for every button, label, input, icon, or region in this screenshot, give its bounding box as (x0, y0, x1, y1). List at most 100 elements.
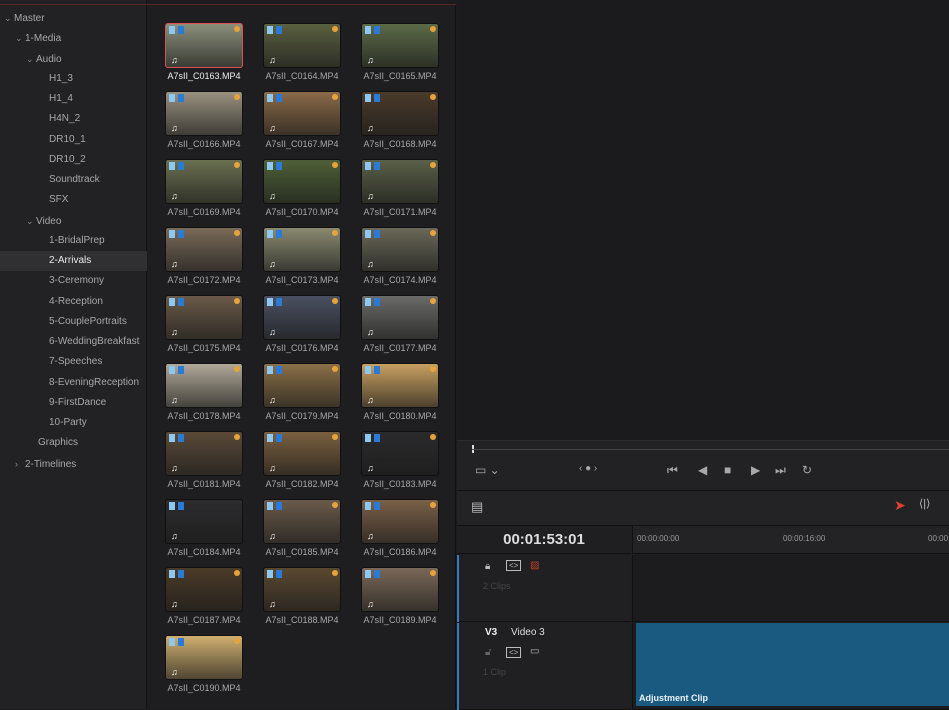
clip-thumbnail[interactable]: ♫ (361, 567, 439, 612)
bin-2-arrivals[interactable]: 2-Arrivals (0, 251, 147, 271)
clip-item[interactable]: ♫ A7sII_C0178.MP4 (165, 363, 243, 425)
clip-thumbnail[interactable]: ♫ (165, 227, 243, 272)
clip-thumbnail[interactable]: ♫ (361, 363, 439, 408)
clip-thumbnail[interactable]: ♫ (263, 363, 341, 408)
track-disabled-icon[interactable]: ▨ (530, 560, 539, 571)
bin-10-party[interactable]: 10-Party (0, 413, 147, 433)
bin-h1-4[interactable]: H1_4 (0, 89, 147, 109)
clip-item[interactable]: ♫ A7sII_C0189.MP4 (361, 567, 439, 629)
clip-item[interactable]: ♫ A7sII_C0169.MP4 (165, 159, 243, 221)
clip-thumbnail[interactable]: ♫ (263, 295, 341, 340)
clip-item[interactable]: ♫ A7sII_C0174.MP4 (361, 227, 439, 289)
clip-item[interactable]: ♫ A7sII_C0164.MP4 (263, 23, 341, 85)
adjustment-clip[interactable]: Adjustment Clip (636, 623, 949, 706)
bin-4-reception[interactable]: 4-Reception (0, 292, 147, 312)
track-name[interactable]: Video 3 (511, 627, 545, 638)
clip-item[interactable]: ♫ A7sII_C0184.MP4 (165, 499, 243, 561)
bin-7-speeches[interactable]: 7-Speeches (0, 352, 147, 372)
bin-5-coupleportraits[interactable]: 5-CouplePortraits (0, 312, 147, 332)
clip-thumbnail[interactable]: ♫ (361, 91, 439, 136)
track-lane[interactable] (632, 555, 949, 622)
clip-item[interactable]: ♫ A7sII_C0183.MP4 (361, 431, 439, 493)
clip-thumbnail[interactable]: ♫ (165, 567, 243, 612)
clip-thumbnail[interactable]: ♫ (361, 499, 439, 544)
clip-thumbnail[interactable]: ♫ (361, 227, 439, 272)
clip-thumbnail[interactable]: ♫ (263, 91, 341, 136)
selection-tool-icon[interactable]: ➤ (894, 497, 906, 514)
jump-start-icon[interactable]: ⏮ (667, 463, 678, 478)
clip-thumbnail[interactable]: ♫ (165, 295, 243, 340)
chevron-down-icon[interactable]: ⌄ (15, 28, 25, 48)
chevron-right-icon[interactable]: › (15, 454, 25, 474)
bin-soundtrack[interactable]: Soundtrack (0, 170, 147, 190)
bin-sfx[interactable]: SFX (0, 190, 147, 210)
bin-master[interactable]: ⌄ Master (0, 8, 147, 28)
bin-video[interactable]: ⌄ Video (0, 211, 147, 231)
clip-item[interactable]: ♫ A7sII_C0177.MP4 (361, 295, 439, 357)
bin-dr10-2[interactable]: DR10_2 (0, 150, 147, 170)
bin-graphics[interactable]: Graphics (0, 433, 147, 453)
clip-thumbnail[interactable]: ♫ (361, 23, 439, 68)
clip-item[interactable]: ♫ A7sII_C0180.MP4 (361, 363, 439, 425)
bin-dr10-1[interactable]: DR10_1 (0, 130, 147, 150)
chevron-down-icon[interactable]: ⌄ (4, 8, 14, 28)
clip-item[interactable]: ♫ A7sII_C0168.MP4 (361, 91, 439, 153)
clip-thumbnail[interactable]: ♫ (263, 159, 341, 204)
clip-item[interactable]: ♫ A7sII_C0187.MP4 (165, 567, 243, 629)
bin-1-bridalprep[interactable]: 1-BridalPrep (0, 231, 147, 251)
clip-item[interactable]: ♫ A7sII_C0171.MP4 (361, 159, 439, 221)
auto-select-icon[interactable]: <> (506, 647, 522, 658)
clip-item[interactable]: ♫ A7sII_C0186.MP4 (361, 499, 439, 561)
clip-item[interactable]: ♫ A7sII_C0167.MP4 (263, 91, 341, 153)
clip-item[interactable]: ♫ A7sII_C0179.MP4 (263, 363, 341, 425)
chevron-down-icon[interactable]: ⌄ (26, 49, 36, 69)
bin-2-timelines[interactable]: › 2-Timelines (0, 454, 147, 474)
clip-thumbnail[interactable]: ♫ (165, 499, 243, 544)
clip-thumbnail[interactable]: ♫ (263, 227, 341, 272)
timeline-ruler[interactable]: 00:00:00:00 00:00:16:00 00:00: (632, 526, 949, 554)
clip-item[interactable]: ♫ A7sII_C0165.MP4 (361, 23, 439, 85)
clip-thumbnail[interactable]: ♫ (263, 567, 341, 612)
bin-8-eveningreception[interactable]: 8-EveningReception (0, 373, 147, 393)
clip-thumbnail[interactable]: ♫ (165, 159, 243, 204)
viewer-mode-icon[interactable]: ▭ ⌄ (475, 463, 500, 477)
clip-item[interactable]: ♫ A7sII_C0172.MP4 (165, 227, 243, 289)
clip-thumbnail[interactable]: ♫ (165, 91, 243, 136)
chevron-down-icon[interactable]: ⌄ (26, 211, 36, 231)
auto-select-icon[interactable]: <> (506, 560, 522, 571)
stop-icon[interactable]: ■ (724, 463, 731, 477)
jump-end-icon[interactable]: ⏭ (775, 463, 786, 478)
loop-icon[interactable]: ↻ (802, 463, 812, 477)
bin-9-firstdance[interactable]: 9-FirstDance (0, 393, 147, 413)
clip-thumbnail[interactable]: ♫ (165, 635, 243, 680)
clip-item[interactable]: ♫ A7sII_C0182.MP4 (263, 431, 341, 493)
bin-audio[interactable]: ⌄ Audio (0, 49, 147, 69)
timeline-view-icon[interactable]: ▤ (471, 499, 483, 515)
trim-tool-icon[interactable]: ⟨|⟩ (919, 497, 930, 510)
clip-thumbnail[interactable]: ♫ (361, 159, 439, 204)
clip-thumbnail[interactable]: ♫ (361, 295, 439, 340)
bin-h4n-2[interactable]: H4N_2 (0, 109, 147, 129)
bin-1-media[interactable]: ⌄ 1-Media (0, 28, 147, 48)
clip-item[interactable]: ♫ A7sII_C0175.MP4 (165, 295, 243, 357)
clip-item[interactable]: ♫ A7sII_C0166.MP4 (165, 91, 243, 153)
track-enable-icon[interactable]: ▭ (530, 646, 539, 657)
clip-item[interactable]: ♫ A7sII_C0190.MP4 (165, 635, 243, 697)
clip-item[interactable]: ♫ A7sII_C0185.MP4 (263, 499, 341, 561)
clip-item[interactable]: ♫ A7sII_C0170.MP4 (263, 159, 341, 221)
play-icon[interactable]: ▶ (751, 463, 760, 477)
clip-item[interactable]: ♫ A7sII_C0176.MP4 (263, 295, 341, 357)
clip-thumbnail[interactable]: ♫ (165, 23, 243, 68)
lock-icon[interactable]: 🔒︎ (485, 561, 490, 572)
clip-item[interactable]: ♫ A7sII_C0188.MP4 (263, 567, 341, 629)
clip-thumbnail[interactable]: ♫ (263, 499, 341, 544)
clip-thumbnail[interactable]: ♫ (263, 431, 341, 476)
bin-6-weddingbreakfast[interactable]: 6-WeddingBreakfast (0, 332, 147, 352)
bin-3-ceremony[interactable]: 3-Ceremony (0, 271, 147, 291)
clip-thumbnail[interactable]: ♫ (165, 431, 243, 476)
clip-item[interactable]: ♫ A7sII_C0173.MP4 (263, 227, 341, 289)
clip-thumbnail[interactable]: ♫ (361, 431, 439, 476)
play-reverse-icon[interactable]: ◀ (698, 463, 707, 477)
clip-item[interactable]: ♫ A7sII_C0163.MP4 (165, 23, 243, 85)
bin-h1-3[interactable]: H1_3 (0, 69, 147, 89)
